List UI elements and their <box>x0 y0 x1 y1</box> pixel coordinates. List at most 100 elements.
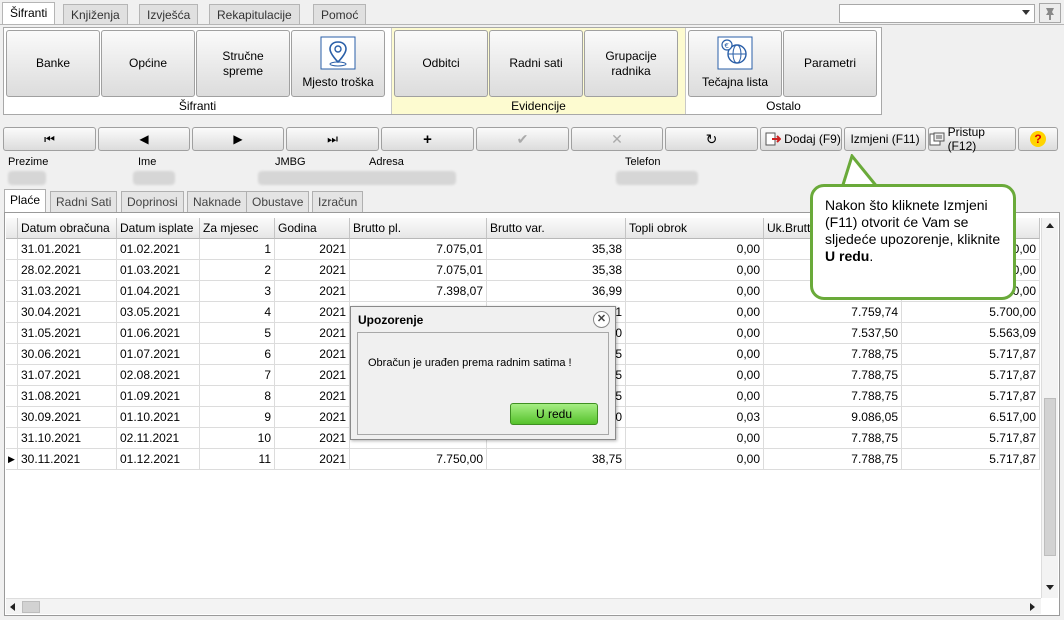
row-indicator[interactable] <box>6 239 18 260</box>
grid-cell[interactable]: 31.03.2021 <box>18 281 117 302</box>
row-indicator[interactable]: ▶ <box>6 449 18 470</box>
last-record-button[interactable]: ⏭ <box>286 127 379 151</box>
menu-tab-pomoc[interactable]: Pomoć <box>313 4 367 24</box>
mjesto-troska-button[interactable]: Mjesto troška <box>291 30 385 97</box>
tecajna-lista-button[interactable]: € Tečajna lista <box>688 30 782 97</box>
grid-cell[interactable]: 01.10.2021 <box>117 407 200 428</box>
scroll-up-icon[interactable] <box>1046 223 1054 228</box>
grid-cell[interactable]: 02.11.2021 <box>117 428 200 449</box>
grid-cell[interactable]: 0,03 <box>626 407 764 428</box>
grid-cell[interactable]: 0,00 <box>626 281 764 302</box>
refresh-button[interactable]: ↻ <box>665 127 758 151</box>
help-button[interactable]: ? <box>1018 127 1058 151</box>
banke-button[interactable]: Banke <box>6 30 100 97</box>
izmjeni-button[interactable]: Izmjeni (F11) <box>844 127 926 151</box>
grid-cell[interactable]: 7.750,00 <box>350 449 487 470</box>
grid-cell[interactable]: 31.07.2021 <box>18 365 117 386</box>
scroll-left-icon[interactable] <box>10 603 15 611</box>
grid-cell[interactable]: 5.717,87 <box>902 365 1040 386</box>
grid-cell[interactable]: 30.04.2021 <box>18 302 117 323</box>
menu-tab-sifranti[interactable]: Šifranti <box>2 2 56 25</box>
grid-cell[interactable]: 2021 <box>275 386 350 407</box>
grid-cell[interactable]: 7.788,75 <box>764 428 902 449</box>
menu-tab-izvjesca[interactable]: Izvješća <box>139 4 199 24</box>
grid-cell[interactable]: 30.11.2021 <box>18 449 117 470</box>
row-indicator[interactable] <box>6 302 18 323</box>
tab-place[interactable]: Plaće <box>4 189 47 213</box>
grid-cell[interactable]: 2021 <box>275 365 350 386</box>
tab-obustave[interactable]: Obustave <box>246 191 310 212</box>
grid-cell[interactable]: 2021 <box>275 281 350 302</box>
grid-cell[interactable]: 01.12.2021 <box>117 449 200 470</box>
row-indicator[interactable] <box>6 344 18 365</box>
grid-cell[interactable]: 10 <box>200 428 275 449</box>
grid-cell[interactable]: 6 <box>200 344 275 365</box>
grid-cell[interactable]: 7.075,01 <box>350 239 487 260</box>
grid-cell[interactable]: 2021 <box>275 344 350 365</box>
col-za-mjesec[interactable]: Za mjesec <box>200 218 275 239</box>
grid-cell[interactable]: 7.075,01 <box>350 260 487 281</box>
grid-cell[interactable]: 7.537,50 <box>764 323 902 344</box>
grid-cell[interactable]: 0,00 <box>626 344 764 365</box>
row-indicator[interactable] <box>6 428 18 449</box>
grid-cell[interactable]: 2021 <box>275 239 350 260</box>
grid-cell[interactable]: 36,99 <box>487 281 626 302</box>
vertical-scroll-thumb[interactable] <box>1044 398 1056 556</box>
radni-sati-button[interactable]: Radni sati <box>489 30 583 97</box>
row-indicator[interactable] <box>6 407 18 428</box>
scroll-right-icon[interactable] <box>1030 603 1035 611</box>
col-topli-obrok[interactable]: Topli obrok <box>626 218 764 239</box>
grid-cell[interactable]: 1 <box>200 239 275 260</box>
row-indicator[interactable] <box>6 281 18 302</box>
col-godina[interactable]: Godina <box>275 218 350 239</box>
grid-cell[interactable]: 31.10.2021 <box>18 428 117 449</box>
grid-cell[interactable]: 0,00 <box>626 239 764 260</box>
col-datum-isplate[interactable]: Datum isplate <box>117 218 200 239</box>
grid-cell[interactable]: 30.09.2021 <box>18 407 117 428</box>
grid-cell[interactable]: 5.717,87 <box>902 449 1040 470</box>
first-record-button[interactable]: ⏮ <box>3 127 96 151</box>
grid-cell[interactable]: 01.04.2021 <box>117 281 200 302</box>
tab-naknade[interactable]: Naknade <box>187 191 248 212</box>
grid-cell[interactable]: 2021 <box>275 260 350 281</box>
search-input[interactable] <box>840 5 1016 22</box>
grid-cell[interactable]: 5.717,87 <box>902 344 1040 365</box>
grid-cell[interactable]: 5 <box>200 323 275 344</box>
chevron-down-icon[interactable] <box>1022 10 1030 15</box>
row-indicator[interactable] <box>6 323 18 344</box>
grid-cell[interactable]: 5.717,87 <box>902 428 1040 449</box>
menu-tab-rekapitulacije[interactable]: Rekapitulacije <box>209 4 300 24</box>
ok-button[interactable]: U redu <box>510 403 598 425</box>
grid-cell[interactable]: 35,38 <box>487 239 626 260</box>
grid-cell[interactable]: 7.398,07 <box>350 281 487 302</box>
grupacije-radnika-button[interactable]: Grupacije radnika <box>584 30 678 97</box>
grid-cell[interactable]: 0,00 <box>626 449 764 470</box>
scroll-down-icon[interactable] <box>1046 585 1054 590</box>
dialog-close-icon[interactable]: ✕ <box>593 311 610 328</box>
grid-cell[interactable]: 7.788,75 <box>764 344 902 365</box>
opcine-button[interactable]: Općine <box>101 30 195 97</box>
grid-cell[interactable]: 2021 <box>275 449 350 470</box>
row-indicator[interactable] <box>6 260 18 281</box>
strucne-spreme-button[interactable]: Stručne spreme <box>196 30 290 97</box>
col-datum-obracuna[interactable]: Datum obračuna <box>18 218 117 239</box>
grid-cell[interactable]: 01.03.2021 <box>117 260 200 281</box>
dodaj-button[interactable]: Dodaj (F9) <box>760 127 842 151</box>
grid-cell[interactable]: 2021 <box>275 428 350 449</box>
grid-cell[interactable]: 01.02.2021 <box>117 239 200 260</box>
grid-cell[interactable]: 7.788,75 <box>764 449 902 470</box>
cancel-button[interactable]: ✕ <box>571 127 663 151</box>
grid-cell[interactable]: 03.05.2021 <box>117 302 200 323</box>
grid-cell[interactable]: 31.05.2021 <box>18 323 117 344</box>
col-brutto-var[interactable]: Brutto var. <box>487 218 626 239</box>
grid-cell[interactable]: 7.788,75 <box>764 365 902 386</box>
grid-cell[interactable]: 2021 <box>275 302 350 323</box>
grid-cell[interactable]: 7.759,74 <box>764 302 902 323</box>
add-record-button[interactable]: + <box>381 127 474 151</box>
grid-cell[interactable]: 6.517,00 <box>902 407 1040 428</box>
grid-cell[interactable]: 0,00 <box>626 386 764 407</box>
grid-cell[interactable]: 01.07.2021 <box>117 344 200 365</box>
grid-cell[interactable]: 11 <box>200 449 275 470</box>
search-combo[interactable] <box>839 4 1035 23</box>
grid-cell[interactable]: 31.01.2021 <box>18 239 117 260</box>
